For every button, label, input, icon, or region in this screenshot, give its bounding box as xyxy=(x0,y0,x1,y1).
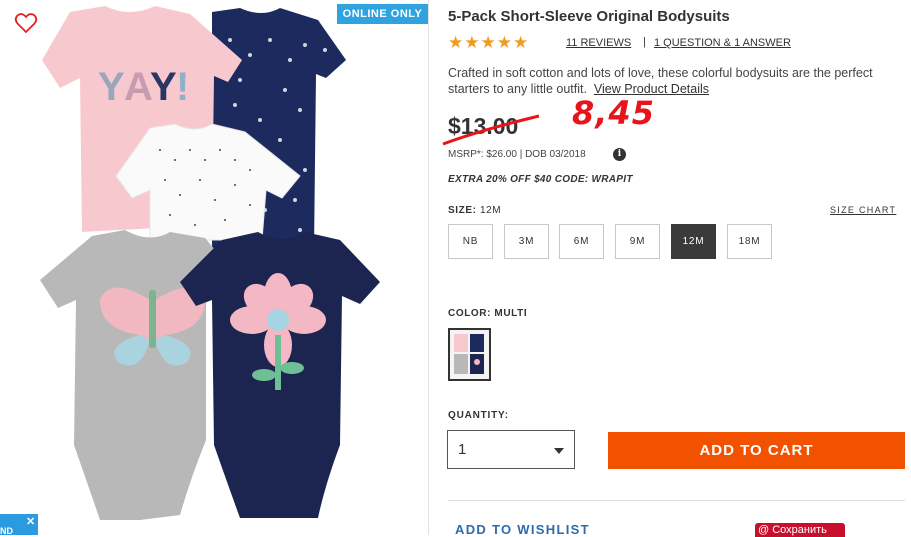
msrp-line: MSRP*: $26.00 | DOB 03/2018 xyxy=(448,149,586,160)
size-chart-link[interactable]: SIZE CHART xyxy=(830,205,896,215)
vertical-divider xyxy=(428,0,429,535)
price-strikethrough-mark xyxy=(442,114,540,146)
chevron-down-icon xyxy=(554,448,564,454)
quantity-select[interactable]: 1 xyxy=(447,430,575,469)
svg-text:A: A xyxy=(124,65,153,109)
size-option-nb[interactable]: NB xyxy=(448,224,493,259)
size-label-title: SIZE: xyxy=(448,205,477,216)
size-option-18m[interactable]: 18M xyxy=(727,224,772,259)
color-label: COLOR: MULTI xyxy=(448,308,528,319)
svg-text:Y: Y xyxy=(150,65,177,109)
quantity-label: QUANTITY: xyxy=(448,410,509,421)
chat-close-icon[interactable]: ✕ xyxy=(26,515,35,528)
product-image[interactable]: Y A Y ! xyxy=(0,0,428,535)
product-description: Crafted in soft cotton and lots of love,… xyxy=(448,65,898,97)
handwritten-price: 8,45 xyxy=(572,94,655,132)
add-to-cart-button[interactable]: ADD TO CART xyxy=(608,432,905,469)
svg-text:Y: Y xyxy=(98,65,125,109)
size-option-6m[interactable]: 6M xyxy=(559,224,604,259)
svg-text:!: ! xyxy=(176,65,189,109)
size-selected-value: 12M xyxy=(479,205,502,216)
rating-stars-icon: ★★★★★ xyxy=(448,33,530,52)
bodysuits-illustration: Y A Y ! xyxy=(40,6,380,520)
size-label: SIZE: 12M xyxy=(448,205,501,216)
questions-answers-link[interactable]: 1 QUESTION & 1 ANSWER xyxy=(654,37,791,49)
horizontal-divider xyxy=(448,500,905,501)
size-option-3m[interactable]: 3M xyxy=(504,224,549,259)
reviews-link[interactable]: 11 REVIEWS xyxy=(566,37,631,49)
size-option-12m[interactable]: 12M xyxy=(671,224,716,259)
info-icon[interactable]: i xyxy=(613,148,626,161)
separator: | xyxy=(643,36,646,48)
chat-widget-text: ND xyxy=(0,526,13,536)
size-option-9m[interactable]: 9M xyxy=(615,224,660,259)
online-only-badge: ONLINE ONLY xyxy=(337,4,428,24)
product-title: 5-Pack Short-Sleeve Original Bodysuits xyxy=(448,8,730,25)
color-swatch-multi[interactable] xyxy=(448,328,491,381)
promo-text: EXTRA 20% OFF $40 CODE: WRAPIT xyxy=(448,174,633,185)
quantity-value: 1 xyxy=(458,441,467,458)
favorite-heart-icon[interactable] xyxy=(14,12,38,34)
